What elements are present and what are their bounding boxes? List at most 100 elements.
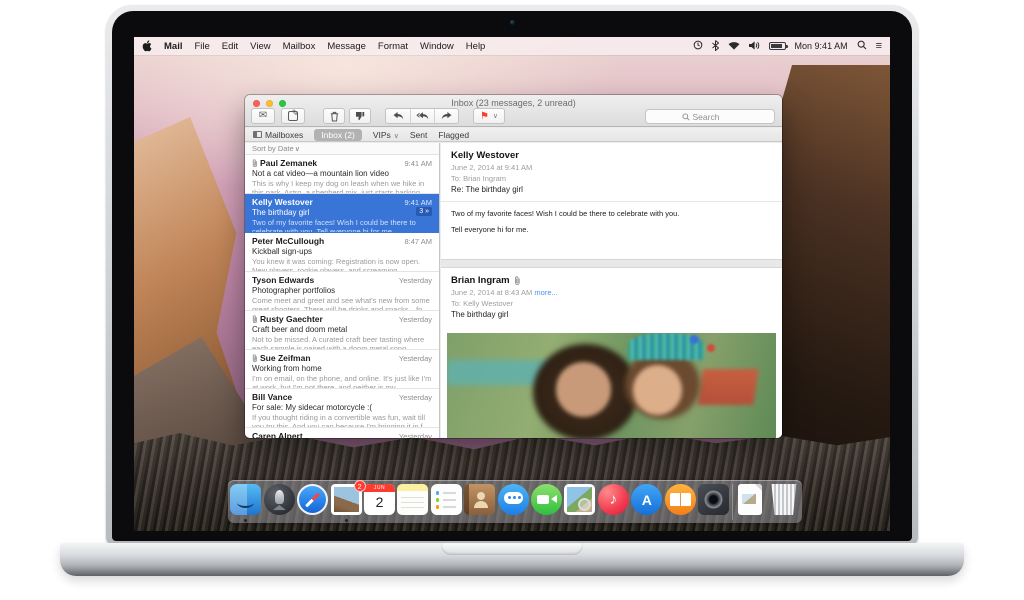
list-item[interactable]: Sue Zeifman Yesterday Working from home I…: [245, 350, 439, 389]
vips-label: VIPs: [372, 129, 391, 140]
sort-label: Sort by Date: [252, 144, 294, 153]
search-field[interactable]: [645, 109, 775, 124]
dock: 2 JUN 2 ♪ A: [228, 480, 802, 523]
dock-preview-icon[interactable]: [564, 484, 596, 515]
running-indicator: [244, 519, 248, 522]
facetime-camera: [510, 20, 515, 25]
body-paragraph: Tell everyone hi for me.: [451, 225, 529, 234]
menu-help[interactable]: Help: [466, 41, 486, 52]
message-time: 8:47 AM: [404, 236, 432, 246]
list-item[interactable]: Rusty Gaechter Yesterday Craft beer and d…: [245, 311, 439, 350]
search-input[interactable]: [692, 111, 739, 122]
message-from: Kelly Westover: [451, 150, 519, 161]
search-icon: [681, 108, 690, 126]
menu-app-name[interactable]: Mail: [164, 41, 182, 52]
dock-itunes-icon[interactable]: ♪: [597, 484, 629, 515]
list-item-selected[interactable]: Kelly Westover 9:41 AM The birthday girl …: [245, 194, 439, 233]
junk-button[interactable]: [349, 108, 371, 124]
dock-ibooks-icon[interactable]: [664, 484, 696, 515]
bluetooth-icon[interactable]: [711, 39, 719, 53]
message-subject: For sale: My sidecar motorcycle :(: [252, 402, 373, 412]
list-item[interactable]: Tyson Edwards Yesterday Photographer port…: [245, 272, 439, 311]
photo-chair: [697, 368, 759, 405]
dock-launchpad-icon[interactable]: [263, 484, 295, 515]
preview-pane: Kelly Westover June 2, 2014 at 9:41 AM T…: [441, 143, 782, 438]
menu-bar: Mail File Edit View Mailbox Message Form…: [134, 37, 890, 55]
battery-icon[interactable]: [768, 42, 788, 50]
dock-safari-icon[interactable]: [297, 484, 329, 515]
window-title: Inbox (23 messages, 2 unread): [451, 98, 576, 108]
menu-window[interactable]: Window: [420, 41, 454, 52]
dock-document-icon[interactable]: [735, 484, 766, 515]
menu-edit[interactable]: Edit: [222, 41, 238, 52]
volume-icon[interactable]: [748, 40, 760, 52]
macbook-lid: Mail File Edit View Mailbox Message Form…: [106, 5, 918, 545]
dock-trash-icon[interactable]: [768, 484, 799, 515]
sort-control[interactable]: Sort by Date ∨: [245, 143, 439, 155]
menu-view[interactable]: View: [250, 41, 270, 52]
dock-mail-icon[interactable]: 2: [330, 480, 366, 522]
wifi-icon[interactable]: [728, 41, 740, 52]
paperclip-icon: [514, 275, 521, 286]
dock-finder-icon[interactable]: [230, 484, 262, 522]
message-time: Yesterday: [398, 431, 432, 439]
photo-attachment[interactable]: [447, 333, 776, 438]
list-item[interactable]: Peter McCullough 8:47 AM Kickball sign-up…: [245, 233, 439, 272]
compose-button[interactable]: [281, 108, 305, 124]
body-paragraph: Two of my favorite faces! Wish I could b…: [451, 209, 680, 218]
dock-reminders-icon[interactable]: [430, 484, 462, 515]
message-time: Yesterday: [398, 392, 432, 402]
delete-button[interactable]: [323, 108, 345, 124]
message-time: 9:41 AM: [404, 197, 432, 207]
dock-messages-icon[interactable]: [497, 484, 529, 515]
more-link[interactable]: more...: [534, 288, 557, 297]
forward-button[interactable]: [434, 109, 458, 123]
spotlight-icon[interactable]: [857, 40, 867, 52]
menu-format[interactable]: Format: [378, 41, 408, 52]
flag-button[interactable]: ⚑ ∨: [473, 108, 505, 124]
favorite-vips[interactable]: VIPs ∨: [373, 130, 399, 140]
clock-icon[interactable]: [693, 40, 703, 52]
dock-appstore-icon[interactable]: A: [631, 484, 663, 515]
reply-all-button[interactable]: [410, 109, 434, 123]
envelope-icon: ✉: [258, 110, 268, 121]
message-subject: The birthday girl: [451, 310, 509, 319]
reply-icon: [393, 111, 403, 119]
get-mail-button[interactable]: ✉: [251, 108, 275, 124]
message-card: Brian Ingram June 2, 2014 at 8:43 AM mor…: [441, 267, 782, 438]
photo-decoration: [706, 343, 715, 352]
dock-aperture-icon[interactable]: [698, 484, 730, 515]
list-item[interactable]: Caren AlpertYesterday Your posters have …: [245, 428, 439, 438]
reply-button[interactable]: [386, 109, 410, 123]
dock-facetime-icon[interactable]: [531, 484, 563, 515]
list-item[interactable]: Paul Zemanek 9:41 AM Not a cat video—a mo…: [245, 155, 439, 194]
paperclip-icon: [252, 314, 258, 324]
dock-calendar-icon[interactable]: JUN 2: [364, 484, 396, 515]
forward-icon: [441, 111, 452, 119]
sender-name: Caren Alpert: [252, 431, 303, 438]
menu-file[interactable]: File: [194, 41, 209, 52]
menu-mailbox[interactable]: Mailbox: [283, 41, 316, 52]
favorite-inbox-selected[interactable]: Inbox (2): [314, 128, 362, 141]
menu-message[interactable]: Message: [327, 41, 366, 52]
notification-center-icon[interactable]: ≡: [876, 40, 882, 52]
message-from: Brian Ingram: [451, 275, 510, 286]
dock-contacts-icon[interactable]: [464, 484, 496, 515]
message-preview: I'm on email, on the phone, and online. …: [252, 373, 432, 389]
window-content: Sort by Date ∨ Paul Zemanek 9:41 AM Not a…: [245, 143, 782, 438]
favorites-bar: Mailboxes Inbox (2) VIPs ∨ Sent Flagged: [245, 128, 782, 142]
favorite-sent[interactable]: Sent: [410, 130, 428, 140]
reply-all-icon: [416, 111, 429, 119]
apple-menu-icon[interactable]: [142, 40, 152, 52]
message-subject: Kickball sign-ups: [252, 246, 313, 256]
dock-notes-icon[interactable]: [397, 484, 429, 515]
favorite-flagged[interactable]: Flagged: [438, 130, 469, 140]
message-time: Yesterday: [398, 314, 432, 324]
photo-girl-face: [632, 364, 683, 415]
mail-window: Inbox (23 messages, 2 unread) ✉ ✎ ⚑ ∨ Se…: [245, 95, 782, 438]
mailboxes-button[interactable]: Mailboxes: [253, 130, 303, 140]
list-item[interactable]: Bill Vance Yesterday For sale: My sidecar…: [245, 389, 439, 428]
compose-icon: [288, 108, 299, 121]
menu-clock-text[interactable]: Mon 9:41 AM: [795, 41, 848, 51]
macbook-base: [60, 543, 964, 576]
